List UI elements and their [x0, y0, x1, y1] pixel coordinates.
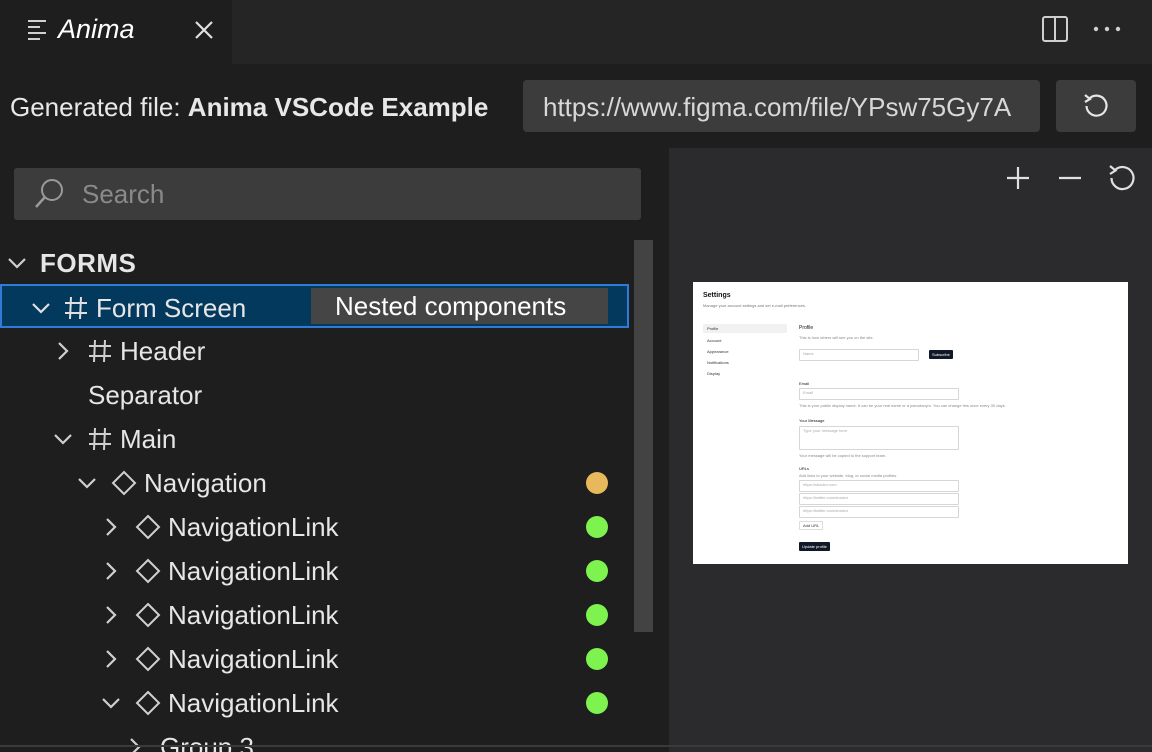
preview-subtitle: Manage your account settings and set e-m… — [703, 303, 806, 308]
preview-title: Settings — [703, 292, 731, 299]
component-icon — [135, 690, 161, 716]
chevron-down-icon — [102, 698, 120, 709]
chevron-right-icon — [106, 518, 117, 536]
preview-name-input: Name — [799, 349, 919, 361]
generated-file-name: Anima VSCode Example — [187, 92, 489, 122]
chevron-down-icon — [8, 258, 26, 269]
chevron-right-icon — [58, 342, 69, 360]
component-icon — [135, 602, 161, 628]
preview-profile-hint: This is how others will see you on the s… — [799, 335, 874, 340]
tab-anima[interactable]: Anima — [0, 0, 232, 64]
status-dot-ok — [586, 692, 608, 714]
tree-section-label: FORMS — [40, 248, 137, 278]
preview-url-input: https://twitter.com/shadcn — [799, 506, 959, 518]
chevron-right-icon — [130, 738, 141, 752]
frame-icon — [65, 296, 87, 320]
tree-item-label: NavigationLink — [168, 644, 339, 674]
tree-item-header[interactable]: Header — [0, 329, 630, 373]
search-box — [14, 168, 641, 220]
chevron-right-icon — [106, 650, 117, 668]
tooltip-nested-components: Nested components — [311, 288, 608, 324]
preview-email-label: Email — [799, 381, 810, 386]
tree-item-separator[interactable]: Separator — [0, 373, 630, 417]
status-dot-ok — [586, 604, 608, 626]
preview-nav-item: Account — [707, 338, 722, 343]
tab-title: Anima — [58, 14, 135, 44]
component-icon — [135, 646, 161, 672]
chevron-down-icon — [54, 434, 72, 445]
tree-item-navigation-link[interactable]: NavigationLink — [0, 593, 630, 637]
tree-item-navigation-link[interactable]: NavigationLink — [0, 549, 630, 593]
tree-item-label: NavigationLink — [168, 600, 339, 630]
preview-add-url-button: Add URL — [799, 521, 824, 530]
tree-item-navigation[interactable]: Navigation — [0, 461, 630, 505]
reset-zoom-icon[interactable] — [1106, 162, 1138, 194]
preview-urls-label: URLs — [799, 466, 810, 471]
chevron-down-icon — [78, 478, 96, 489]
preview-nav-item: Appearance — [707, 349, 729, 354]
preview-email-hint: This is your public display name. It can… — [799, 403, 1006, 408]
close-icon[interactable] — [190, 16, 218, 44]
figma-url-field[interactable]: https://www.figma.com/file/YPsw75Gy7A — [523, 80, 1040, 132]
tree-item-navigation-link[interactable]: NavigationLink — [0, 681, 630, 725]
tree-item-form-screen[interactable]: Form Screen Nested components — [0, 284, 629, 328]
component-icon — [111, 470, 137, 496]
search-input[interactable] — [82, 168, 622, 220]
reload-button[interactable] — [1056, 80, 1136, 132]
status-dot-ok — [586, 560, 608, 582]
preview-update-profile-button: Update profile — [799, 542, 830, 551]
component-tree: FORMS Form Screen Nested components Head… — [0, 240, 630, 752]
tab-bar: Anima — [0, 0, 1152, 64]
tree-item-main[interactable]: Main — [0, 417, 630, 461]
tree-item-navigation-link[interactable]: NavigationLink — [0, 505, 630, 549]
frame-icon — [89, 339, 111, 363]
tree-item-group-3[interactable]: Group 3 — [0, 725, 630, 752]
tree-section-forms[interactable]: FORMS — [0, 241, 630, 285]
preview-subscribe-button: Subscribe — [929, 350, 953, 359]
preview-nav-item: Notifications — [707, 360, 729, 365]
split-editor-icon[interactable] — [1040, 14, 1070, 44]
preview-message-hint: Your message will be copied to the suppo… — [799, 453, 887, 458]
list-icon — [28, 20, 48, 40]
tree-item-label: Separator — [88, 380, 203, 410]
preview-nav-item: Display — [707, 371, 721, 376]
zoom-in-icon[interactable] — [1004, 164, 1032, 192]
tree-item-label: NavigationLink — [168, 512, 339, 542]
component-icon — [135, 558, 161, 584]
preview-urls-hint: Add links to your website, blog, or soci… — [799, 473, 898, 478]
tree-item-label: NavigationLink — [168, 556, 339, 586]
tree-item-label: NavigationLink — [168, 688, 339, 718]
search-icon — [35, 179, 63, 208]
preview-profile-heading: Profile — [799, 325, 814, 331]
tree-item-label: Header — [120, 336, 206, 366]
chevron-right-icon — [106, 606, 117, 624]
component-icon — [135, 514, 161, 540]
tree-item-label: Main — [120, 424, 177, 454]
tree-item-label: Form Screen — [96, 293, 247, 323]
chevron-down-icon — [32, 303, 50, 314]
chevron-right-icon — [106, 562, 117, 580]
generated-file-label: Generated file: Anima VSCode Example — [10, 92, 488, 123]
tree-scrollbar[interactable] — [634, 240, 653, 632]
tree-item-label: Group 3 — [160, 732, 254, 752]
tree-item-label: Navigation — [144, 468, 267, 498]
preview-message-label: Your Message — [799, 418, 825, 423]
preview-url-input: https://twitter.com/shadcn — [799, 493, 959, 505]
preview-email-input: Email — [799, 388, 959, 400]
panel-bottom-border — [0, 745, 1152, 747]
status-dot-ok — [586, 648, 608, 670]
preview-nav-item: Profile — [707, 326, 719, 331]
more-actions-icon[interactable] — [1090, 14, 1124, 44]
tree-item-navigation-link[interactable]: NavigationLink — [0, 637, 630, 681]
frame-icon — [89, 427, 111, 451]
design-preview-thumbnail[interactable]: Settings Manage your account settings an… — [693, 282, 1128, 564]
preview-url-input: https://shadcn.com — [799, 480, 959, 492]
zoom-out-icon[interactable] — [1056, 164, 1084, 192]
status-dot-warning — [586, 472, 608, 494]
preview-message-textarea: Type your message here. — [799, 426, 959, 450]
refresh-icon — [1084, 94, 1108, 117]
generated-file-prefix: Generated file: — [10, 92, 181, 122]
status-dot-ok — [586, 516, 608, 538]
